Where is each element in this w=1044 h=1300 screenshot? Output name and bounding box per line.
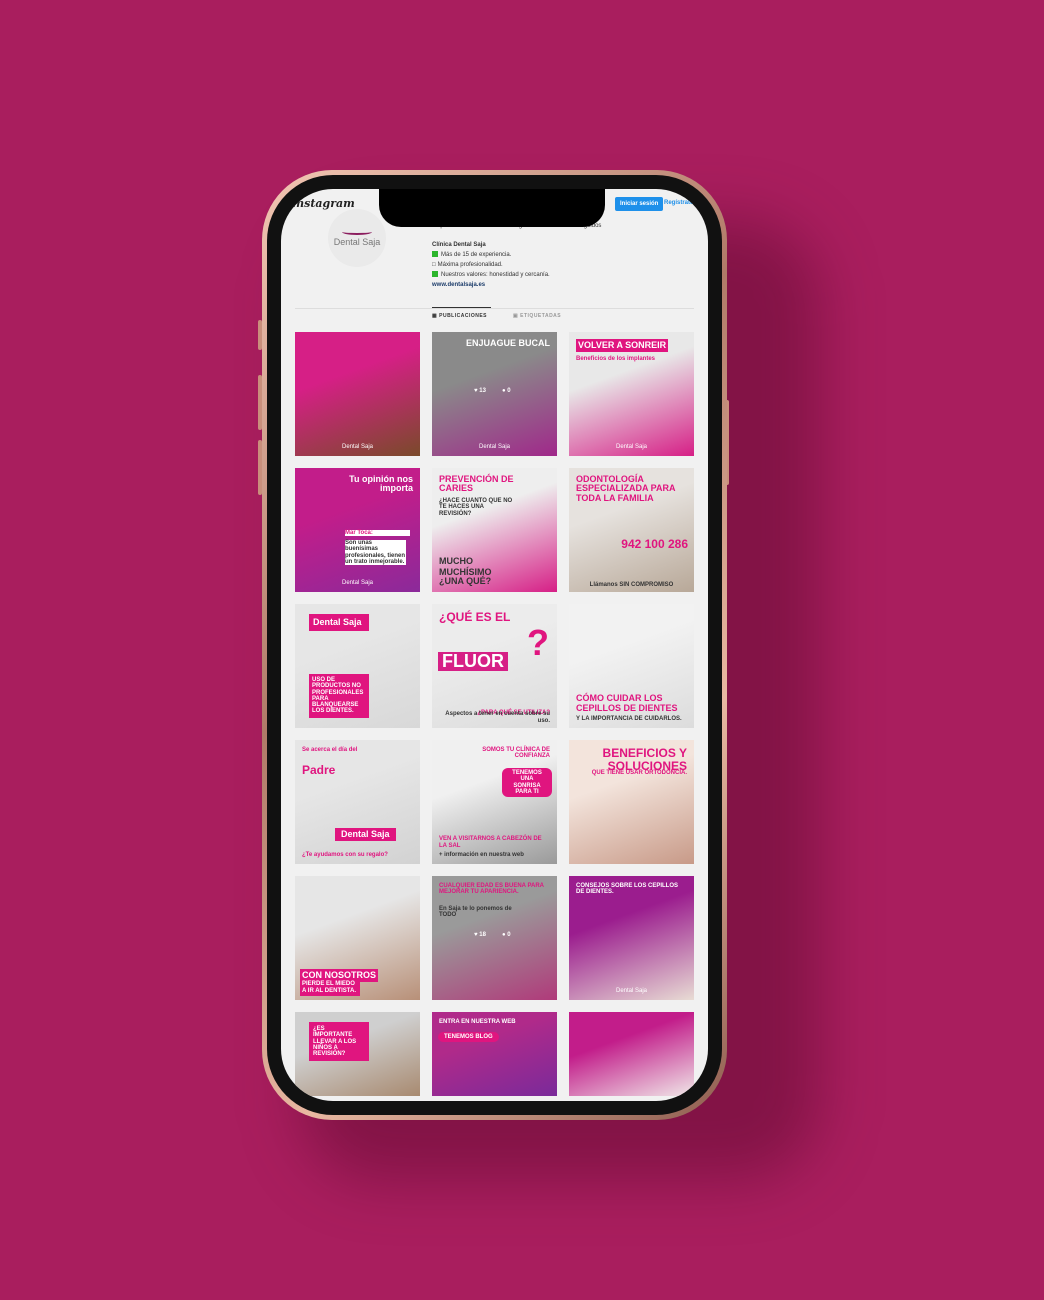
comments-value: 0 [507,932,511,938]
post-text: ¿UNA QUÉ? [439,575,492,586]
post-text: Dental Saja [309,614,369,632]
post-text: VOLVER A SONREIR [576,339,669,353]
post-text: PIERDE EL MIEDO A IR AL DENTISTA. [300,979,360,996]
bio-line: Más de 15 de experiencia. [441,252,512,258]
post-text: Llámanos SIN COMPROMISO [589,581,674,588]
post-text: Tu opinión nos importa [349,474,413,494]
post-text: ? [527,622,549,663]
tab-etiquetadas[interactable]: ▣ ETIQUETADAS [513,313,561,319]
post-tile[interactable]: CÓMO CUIDAR LOS CEPILLOS DE DIENTES Y LA … [569,604,694,728]
avatar-text: Dental Saja [333,237,381,247]
post-text: VEN A VISITARNOS A CABEZÓN DE LA SAL [439,836,542,849]
post-text: ¿ES IMPORTANTE LLEVAR A LOS NIÑOS A REVI… [309,1022,369,1062]
post-text: SOMOS TU CLÍNICA DE CONFIANZA [482,747,550,760]
tab-label: PUBLICACIONES [439,313,488,319]
post-text: En Saja te lo ponemos de TODO [439,906,512,919]
post-text: USO DE PRODUCTOS NO PROFESIONALES PARA B… [309,674,369,718]
post-text: Son unas buenísimas profesionales, tiene… [345,540,406,566]
post-text: CUALQUIER EDAD ES BUENA PARA MEJORAR TU … [439,883,544,896]
post-text: CÓMO CUIDAR LOS CEPILLOS DE DIENTES [576,693,678,713]
post-tile[interactable]: ¿ES IMPORTANTE LLEVAR A LOS NIÑOS A REVI… [295,1012,420,1096]
post-tile[interactable]: ¿QUÉ ES EL FLUOR? ¿PARA QUÉ SE UTILIZA? Asp… [432,604,557,728]
post-text: Y LA IMPORTANCIA DE CUIDARLOS. [576,715,682,722]
comments-count: ● 0 [502,388,511,394]
post-tile[interactable]: CON NOSOTROS PIERDE EL MIEDO A IR AL DENT… [295,876,420,1000]
bio-line: Máxima profesionalidad. [437,262,503,268]
post-tile[interactable]: CUALQUIER EDAD ES BUENA PARA MEJORAR TU … [432,876,557,1000]
dental-saja-logo-icon [342,229,372,235]
post-tile[interactable]: ENJUAGUE BUCAL ♥ 13 ● 0 Dental Saja [432,332,557,456]
bio-line: Nuestros valores: honestidad y cercanía. [441,272,550,278]
tooth-icon: □ [432,262,436,268]
phone-frame: Instagram Iniciar sesión Regístrate Dent… [262,170,727,1120]
instagram-logo[interactable]: Instagram [291,197,355,210]
post-text: ENTRA EN NUESTRA WEB [439,1019,516,1025]
post-text: CONSEJOS SOBRE LOS CEPILLOS DE DIENTES. [576,883,679,896]
post-tile[interactable]: VOLVER A SONREIR Beneficios de los implan… [569,332,694,456]
post-text: Beneficios de los implantes [576,356,656,362]
post-text: Aspectos a tener en cuenta sobre su uso. [445,711,550,724]
post-tile[interactable]: Dental Saja [295,332,420,456]
profile-bio: Clínica Dental Saja Más de 15 de experie… [432,240,550,290]
post-text: BENEFICIOS Y SOLUCIONES [602,746,687,773]
register-link[interactable]: Regístrate [664,200,693,206]
post-text: MUCHO [439,555,473,566]
green-square-icon [432,251,438,257]
comments-count: ● 0 [502,932,511,938]
post-tile[interactable]: ENTRA EN NUESTRA WEB TENEMOS BLOG [432,1012,557,1096]
post-tile[interactable]: CONSEJOS SOBRE LOS CEPILLOS DE DIENTES. D… [569,876,694,1000]
post-text: Mar Toca: [345,530,410,537]
post-text: ODONTOLOGÍA ESPECIALIZADA PARA TODA LA F… [576,474,676,503]
dental-saja-logo: Dental Saja [478,444,511,450]
divider [295,308,694,309]
likes-count: ♥ 18 [474,932,486,938]
tab-label: ETIQUETADAS [520,313,562,319]
dental-saja-logo: Dental Saja [341,580,374,586]
post-text: Se acerca el día del [302,747,358,753]
tab-publicaciones[interactable]: ▦ PUBLICACIONES [432,307,492,319]
post-text: TENEMOS BLOG [438,1032,499,1043]
post-text: QUE TIENE USAR ORTODONCIA. [591,770,687,776]
post-tile[interactable] [569,1012,694,1096]
avatar[interactable]: Dental Saja [328,209,386,267]
post-tile[interactable]: Dental Saja USO DE PRODUCTOS NO PROFESION… [295,604,420,728]
post-text: + información en nuestra web [439,851,524,858]
dental-saja-logo: Dental Saja [341,444,374,450]
post-text: Dental Saja [335,828,396,842]
post-text: PREVENCIÓN DE CARIES [439,474,514,494]
posts-grid: Dental Saja ENJUAGUE BUCAL ♥ 13 ● 0 Dental S… [295,332,694,1096]
post-tile[interactable]: PREVENCIÓN DE CARIES ¿HACE CUANTO QUE NO … [432,468,557,592]
likes-value: 18 [479,932,486,938]
post-text: FLUOR [438,652,508,671]
post-tile[interactable]: Se acerca el día del Padre Dental Saja ¿Te … [295,740,420,864]
post-tile[interactable]: BENEFICIOS Y SOLUCIONES QUE TIENE USAR OR… [569,740,694,864]
post-text: ¿HACE CUANTO QUE NO TE HACES UNA REVISIÓ… [439,498,513,517]
post-text: ¿Te ayudamos con su regalo? [302,851,388,858]
phone-notch [379,189,605,227]
likes-count: ♥ 13 [474,388,486,394]
login-button[interactable]: Iniciar sesión [615,197,664,211]
post-tile[interactable]: SOMOS TU CLÍNICA DE CONFIANZA TENEMOS UNA… [432,740,557,864]
profile-name: Clínica Dental Saja [432,242,486,248]
post-text: 942 100 286 [621,537,688,551]
instagram-profile-screen: Instagram Iniciar sesión Regístrate Dent… [281,189,708,1101]
dental-saja-logo: Dental Saja [615,988,648,994]
post-text: ENJUAGUE BUCAL [465,338,550,348]
post-tile[interactable]: Tu opinión nos importa Mar Toca: Son unas … [295,468,420,592]
comments-value: 0 [507,388,511,394]
dental-saja-logo: Dental Saja [615,444,648,450]
post-text: TENEMOS UNA SONRISA PARA TI [502,768,552,798]
likes-value: 13 [479,388,486,394]
profile-tabs: ▦ PUBLICACIONES ▣ ETIQUETADAS [432,307,561,319]
green-square-icon [432,271,438,277]
website-link[interactable]: www.dentalsaja.es [432,280,550,290]
post-tile[interactable]: ODONTOLOGÍA ESPECIALIZADA PARA TODA LA F… [569,468,694,592]
post-text: Padre [302,763,336,777]
